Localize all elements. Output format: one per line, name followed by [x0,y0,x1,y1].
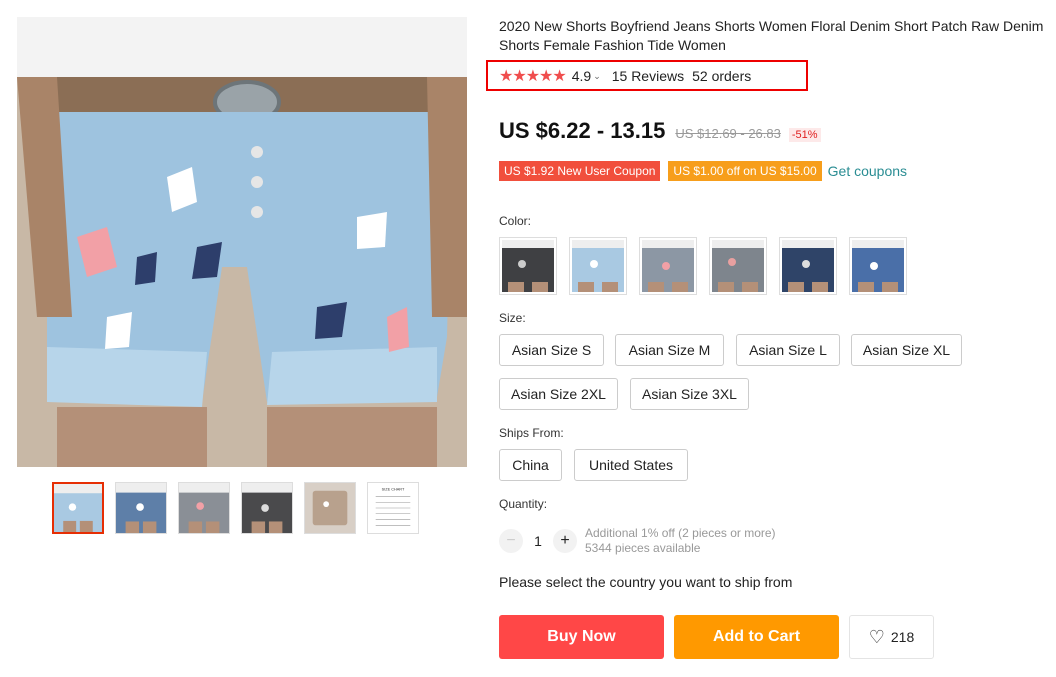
product-title: 2020 New Shorts Boyfriend Jeans Shorts W… [499,18,1044,53]
orders-count: 52 orders [692,68,752,84]
price-row: US $6.22 - 13.15 US $12.69 - 26.83 -51% [499,118,821,144]
color-swatch-6[interactable] [849,237,907,295]
thumbnail-5[interactable] [304,482,356,534]
heart-icon: ♡ [868,626,885,647]
quantity-stepper: − 1 + Additional 1% off (2 pieces or mor… [499,526,776,556]
color-swatch-2[interactable] [569,237,627,295]
color-swatch-4[interactable] [709,237,767,295]
color-swatch-3[interactable] [639,237,697,295]
color-label: Color: [499,214,532,228]
size-option-2xl[interactable]: Asian Size 2XL [499,378,618,410]
wishlist-count: 218 [890,629,915,645]
minus-icon[interactable]: − [499,529,523,553]
color-swatch-1[interactable] [499,237,557,295]
add-to-cart-button[interactable]: Add to Cart [674,615,839,659]
quantity-label: Quantity: [499,497,548,511]
thumbnail-3[interactable] [178,482,230,534]
plus-icon[interactable]: + [553,529,577,553]
wishlist-button[interactable]: ♡ 218 [849,615,934,659]
chevron-down-icon[interactable]: ⌄ [593,71,601,82]
thumbnail-size-chart[interactable]: SIZE CHART [367,482,419,534]
size-chart-label: SIZE CHART [382,488,405,492]
size-option-xl[interactable]: Asian Size XL [851,334,962,366]
buy-now-button[interactable]: Buy Now [499,615,664,659]
ships-from-label: Ships From: [499,426,564,440]
size-option-3xl[interactable]: Asian Size 3XL [630,378,749,410]
size-label: Size: [499,311,526,325]
new-user-coupon[interactable]: US $1.92 New User Coupon [499,161,661,181]
quantity-info: Additional 1% off (2 pieces or more) 534… [585,526,776,556]
reviews-link[interactable]: 15 Reviews [612,68,684,84]
ship-option-united-states[interactable]: United States [574,449,688,481]
coupon-row: US $1.92 New User Coupon US $1.00 off on… [499,161,907,181]
main-product-image[interactable] [17,17,467,467]
rating-row: ★★★★★ 4.9 ⌄ 15 Reviews 52 orders [499,66,751,86]
color-options [499,237,907,295]
ship-option-china[interactable]: China [499,449,562,481]
thumbnail-4[interactable] [241,482,293,534]
bulk-discount-note: Additional 1% off (2 pieces or more) [585,526,776,540]
thumbnail-strip: SIZE CHART [52,482,419,534]
quantity-value[interactable]: 1 [523,533,553,549]
get-coupons-link[interactable]: Get coupons [828,163,907,179]
original-price: US $12.69 - 26.83 [675,126,781,141]
size-option-l[interactable]: Asian Size L [736,334,840,366]
size-option-m[interactable]: Asian Size M [615,334,724,366]
stock-available: 5344 pieces available [585,541,701,555]
rating-stars: ★★★★★ [499,68,567,85]
discount-badge: -51% [788,128,821,142]
ship-country-note: Please select the country you want to sh… [499,574,793,590]
current-price: US $6.22 - 13.15 [499,118,666,143]
color-swatch-5[interactable] [779,237,837,295]
thumbnail-1[interactable] [52,482,104,534]
rating-value[interactable]: 4.9 [572,68,591,84]
size-option-s[interactable]: Asian Size S [499,334,604,366]
store-coupon[interactable]: US $1.00 off on US $15.00 [668,161,822,181]
thumbnail-2[interactable] [115,482,167,534]
